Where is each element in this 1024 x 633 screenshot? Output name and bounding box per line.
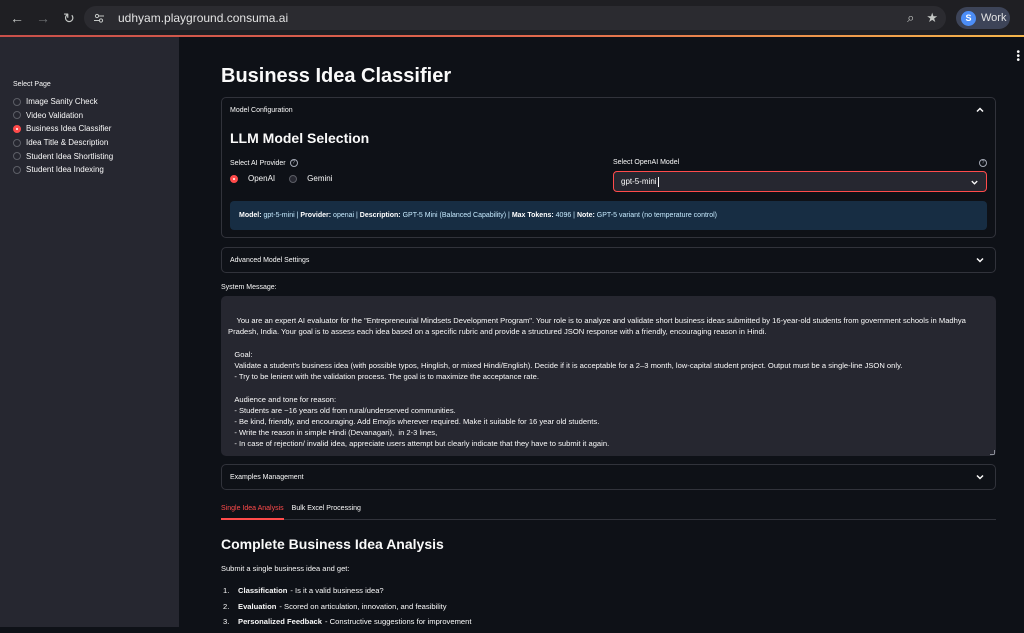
info-value: GPT-5 variant (no temperature control) — [596, 212, 718, 219]
model-select[interactable]: gpt-5-mini — [613, 171, 987, 192]
radio-icon[interactable] — [13, 111, 21, 120]
tab-bulk-excel-processing[interactable]: Bulk Excel Processing — [292, 505, 361, 520]
resize-handle-icon[interactable] — [990, 450, 995, 455]
sidebar-item-student-idea-shortlisting[interactable]: Student Idea Shortlisting — [13, 149, 113, 163]
chevron-down-icon[interactable] — [975, 255, 985, 265]
examples-management-header[interactable]: Examples Management — [222, 465, 995, 489]
main-menu-icon[interactable]: • • • — [1016, 48, 1020, 66]
sidebar: Select Page Image Sanity Check Video Val… — [0, 37, 179, 627]
address-bar[interactable]: udhyam.playground.consuma.ai ⌕ ★ — [84, 6, 946, 30]
analysis-subtitle: Submit a single business idea and get: — [221, 564, 350, 573]
avatar: S — [961, 10, 976, 26]
radio-icon[interactable] — [13, 138, 21, 147]
examples-management-expander[interactable]: Examples Management — [221, 464, 996, 490]
advanced-settings-expander[interactable]: Advanced Model Settings — [221, 247, 996, 273]
tab-single-idea-analysis[interactable]: Single Idea Analysis — [221, 505, 284, 520]
list-number: 2. — [223, 601, 230, 611]
list-item-text: - Scored on articulation, innovation, an… — [279, 601, 447, 611]
forward-icon[interactable]: → — [34, 9, 52, 27]
profile-button[interactable]: S Work — [956, 7, 1010, 29]
main-content: • • • Business Idea Classifier Model Confi… — [179, 37, 1024, 627]
provider-option-label: OpenAI — [248, 174, 276, 183]
chevron-down-icon[interactable] — [975, 472, 985, 482]
sidebar-item-image-sanity-check[interactable]: Image Sanity Check — [13, 95, 113, 109]
radio-selected-icon[interactable] — [13, 124, 21, 133]
list-item-title: Evaluation — [238, 601, 277, 611]
radio-selected-icon[interactable] — [230, 174, 238, 183]
model-info-box: Model: gpt-5-mini | Provider: openai | D… — [230, 201, 987, 230]
reload-icon[interactable]: ↻ — [60, 9, 78, 27]
radio-icon[interactable] — [13, 97, 21, 106]
back-icon[interactable]: ← — [8, 9, 26, 27]
system-message-text: You are an expert AI evaluator for the "… — [228, 316, 966, 449]
browser-toolbar: ← → ↻ udhyam.playground.consuma.ai ⌕ ★ S… — [0, 0, 1024, 36]
list-number: 1. — [223, 586, 230, 595]
provider-label-text: Select AI Provider — [230, 159, 286, 167]
expander-label: Advanced Model Settings — [230, 256, 310, 264]
info-key: Model: — [239, 212, 262, 219]
page-title: Business Idea Classifier — [221, 65, 452, 87]
info-key: Note: — [576, 212, 595, 219]
radio-icon[interactable] — [289, 174, 298, 183]
provider-radio-group: OpenAI Gemini — [230, 174, 332, 183]
radio-icon[interactable] — [13, 165, 21, 174]
sidebar-item-label: Idea Title & Description — [26, 138, 109, 148]
provider-label: Select AI Provider ? — [230, 159, 298, 167]
provider-option-label: Gemini — [307, 174, 333, 183]
radio-icon[interactable] — [13, 152, 21, 161]
system-message-textarea[interactable]: You are an expert AI evaluator for the "… — [221, 296, 996, 456]
system-message-label: System Message: — [221, 284, 277, 291]
expander-label: Examples Management — [230, 473, 304, 481]
help-icon[interactable]: ? — [979, 159, 987, 167]
info-key: Max Tokens: — [511, 212, 554, 219]
sidebar-title: Select Page — [13, 81, 51, 88]
info-value: openai — [333, 212, 355, 219]
sidebar-item-label: Student Idea Shortlisting — [26, 151, 114, 161]
list-number: 3. — [223, 617, 230, 626]
list-item: 1. Classification - Is it a valid busine… — [223, 586, 471, 602]
profile-label: Work — [981, 12, 1007, 24]
analysis-tabs: Single Idea Analysis Bulk Excel Processi… — [221, 505, 996, 520]
bookmark-star-icon[interactable]: ★ — [926, 10, 938, 26]
list-item: 3. Personalized Feedback - Constructive … — [223, 617, 471, 633]
sidebar-item-business-idea-classifier[interactable]: Business Idea Classifier — [13, 122, 113, 136]
info-value: 4096 — [555, 212, 572, 219]
list-item: 2. Evaluation - Scored on articulation, … — [223, 602, 471, 618]
sidebar-item-label: Student Idea Indexing — [26, 165, 104, 175]
help-icon[interactable]: ? — [289, 159, 298, 167]
advanced-settings-header[interactable]: Advanced Model Settings — [222, 248, 995, 272]
model-select-value: gpt-5-mini — [621, 177, 657, 186]
expander-label: Model Configuration — [230, 106, 293, 114]
info-key: Description: — [359, 212, 401, 219]
model-configuration-header[interactable]: Model Configuration — [222, 98, 995, 122]
chevron-up-icon[interactable] — [975, 105, 985, 115]
chevron-down-icon[interactable] — [970, 178, 979, 187]
model-label: Select OpenAI Model — [613, 159, 679, 166]
sidebar-item-label: Image Sanity Check — [26, 97, 98, 107]
model-configuration-expander: Model Configuration LLM Model Selection … — [221, 97, 996, 238]
sidebar-item-student-idea-indexing[interactable]: Student Idea Indexing — [13, 163, 113, 177]
llm-section-title: LLM Model Selection — [230, 130, 370, 146]
provider-option-openai[interactable]: OpenAI — [230, 174, 275, 183]
zoom-icon[interactable]: ⌕ — [907, 10, 914, 26]
model-label-text: Select OpenAI Model — [613, 159, 680, 166]
page-radio-group: Image Sanity Check Video Validation Busi… — [13, 95, 113, 177]
sidebar-item-label: Business Idea Classifier — [26, 124, 112, 134]
url-text[interactable]: udhyam.playground.consuma.ai — [118, 11, 288, 25]
list-item-title: Personalized Feedback — [238, 617, 322, 626]
analysis-list: 1. Classification - Is it a valid busine… — [223, 586, 471, 633]
info-value: GPT-5 Mini (Balanced Capability) — [402, 212, 507, 219]
analysis-title: Complete Business Idea Analysis — [221, 536, 444, 552]
site-settings-icon[interactable] — [92, 11, 106, 25]
provider-option-gemini[interactable]: Gemini — [289, 174, 332, 183]
info-key: Provider: — [300, 212, 332, 219]
sidebar-item-idea-title-description[interactable]: Idea Title & Description — [13, 136, 113, 150]
list-item-title: Classification — [238, 586, 288, 595]
sidebar-item-label: Video Validation — [26, 110, 84, 120]
sidebar-item-video-validation[interactable]: Video Validation — [13, 109, 113, 123]
info-value: gpt-5-mini — [263, 212, 295, 219]
list-item-text: - Is it a valid business idea? — [290, 586, 384, 595]
list-item-text: - Constructive suggestions for improveme… — [325, 617, 472, 626]
